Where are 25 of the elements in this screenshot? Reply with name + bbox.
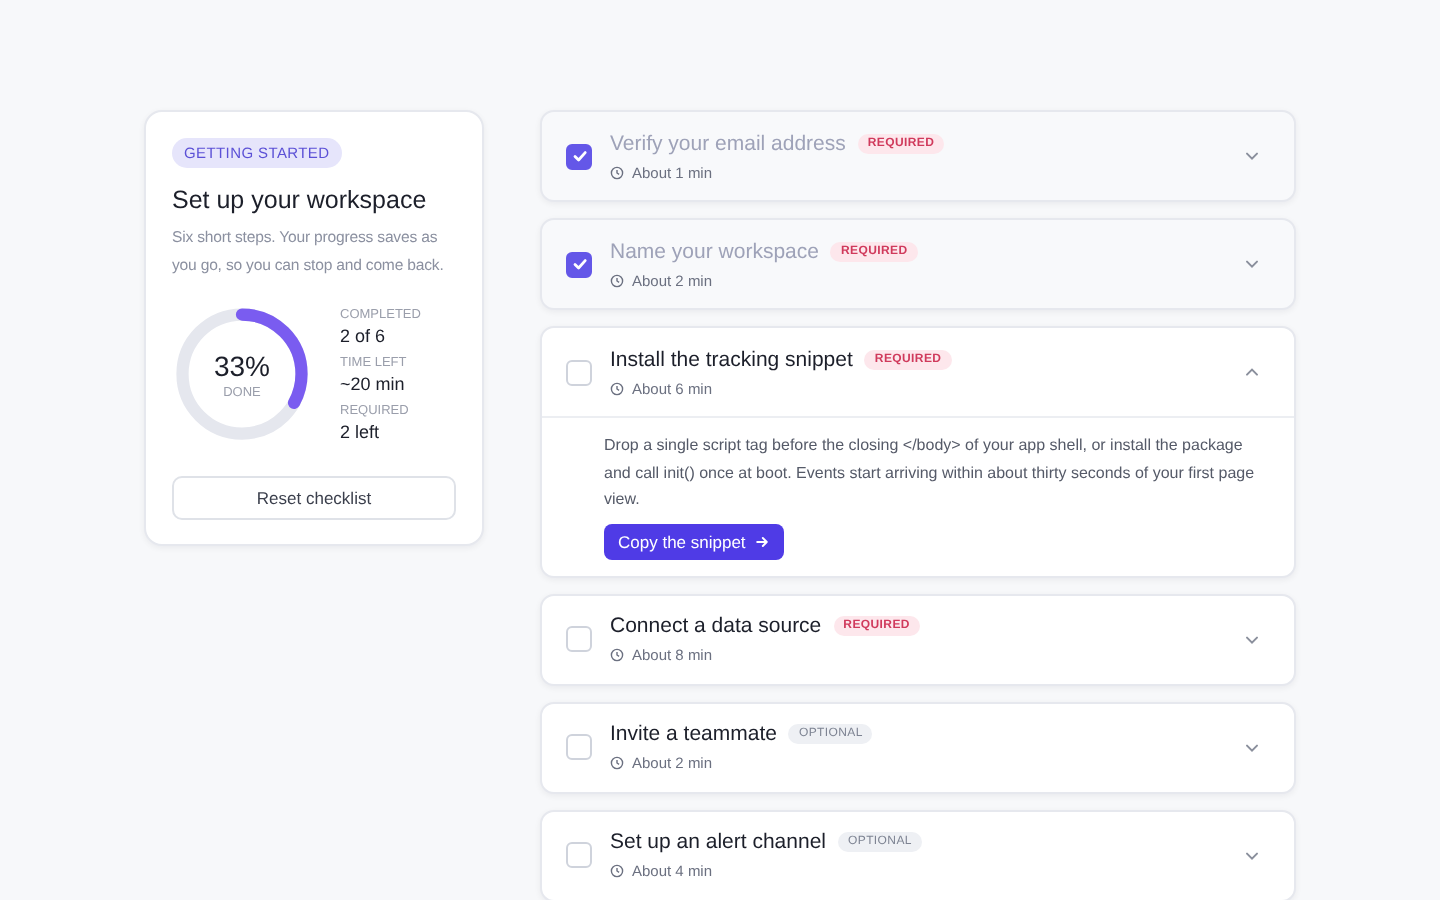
step-title: Set up an alert channel [610, 830, 826, 854]
stat-value: 2 left [340, 421, 382, 441]
step-title: Invite a teammate [610, 722, 777, 746]
step-title: Verify your email address [610, 131, 846, 155]
checkbox[interactable] [566, 143, 592, 169]
clock-icon [610, 648, 624, 662]
card-title: Set up your workspace [172, 186, 427, 214]
step-title: Name your workspace [610, 239, 819, 263]
checkbox[interactable] [566, 251, 592, 277]
step-title: Install the tracking snippet [610, 347, 853, 371]
clock-icon [610, 756, 624, 770]
stat-value: ~20 min [340, 373, 407, 393]
step-title: Connect a data source [610, 614, 822, 638]
stat-value: 2 of 6 [340, 325, 388, 345]
clock-icon [610, 165, 624, 179]
step-description: Drop a single script tag before the closing </body> of your app shell, or install the package and call init() once at boot. Events start arriving within about thirty seconds of your first page view. [604, 434, 1257, 512]
clock-icon [610, 273, 624, 287]
checkmark-icon [569, 254, 589, 274]
reset-button[interactable]: Reset checklist [172, 476, 456, 520]
clock-icon [610, 381, 624, 395]
copy-snippet-button[interactable]: Copy the snippet [604, 523, 784, 559]
progress-percent: 33% [213, 349, 271, 381]
clock-icon [610, 864, 624, 878]
arrow-icon [753, 533, 770, 549]
checkmark-icon [569, 146, 589, 166]
